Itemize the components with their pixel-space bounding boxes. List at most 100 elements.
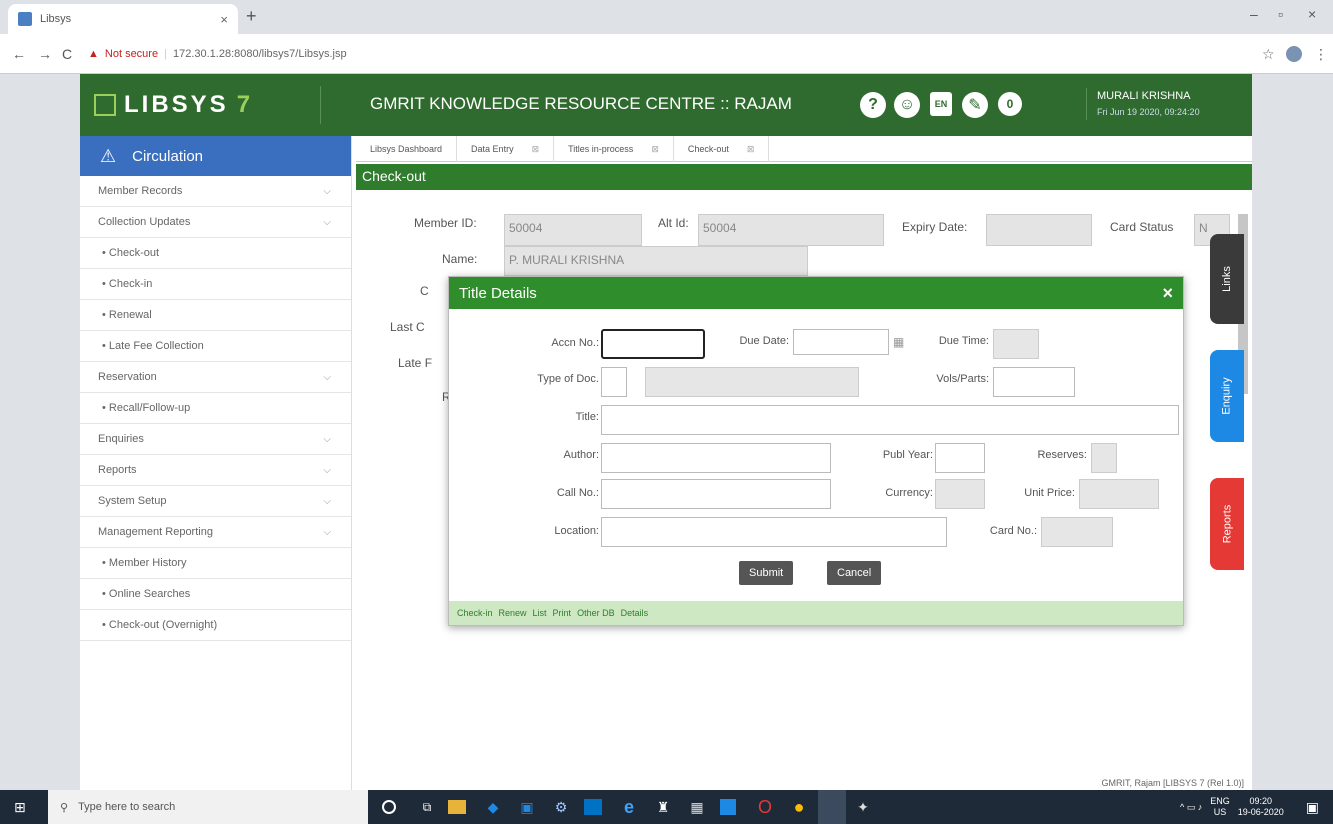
chrome-icon[interactable]: ●: [788, 796, 810, 818]
sidebar-item[interactable]: • Check-out (Overnight): [80, 610, 351, 641]
sidebar-item[interactable]: • Late Fee Collection: [80, 331, 351, 362]
card-no-field[interactable]: [1041, 517, 1113, 547]
calendar-icon[interactable]: ▦: [893, 335, 904, 349]
browser-tab[interactable]: Libsys ×: [8, 4, 238, 34]
calculator-icon[interactable]: ▦: [686, 796, 708, 818]
currency-field[interactable]: [935, 479, 985, 509]
support-icon[interactable]: ☺: [894, 92, 920, 118]
sidebar-item[interactable]: Management Reporting ⌵: [80, 517, 351, 548]
sidebar-item-label: Enquiries: [98, 433, 144, 445]
unit-price-field[interactable]: [1079, 479, 1159, 509]
outlook-icon[interactable]: [584, 799, 602, 815]
dialog-footer-link[interactable]: Other DB: [577, 608, 615, 618]
close-tab-icon[interactable]: ×: [220, 12, 228, 27]
tab-close-icon[interactable]: ⊠: [532, 144, 540, 155]
sidebar-item[interactable]: • Online Searches: [80, 579, 351, 610]
browser-menu-icon[interactable]: ⋮: [1314, 46, 1328, 63]
dialog-footer-link[interactable]: List: [533, 608, 547, 618]
call-no-input[interactable]: [601, 479, 831, 509]
author-input[interactable]: [601, 443, 831, 473]
sidebar-item[interactable]: • Check-out: [80, 238, 351, 269]
clock[interactable]: 09:20 19-06-2020: [1238, 796, 1284, 818]
app-tab[interactable]: Check-out ⊠: [674, 136, 770, 162]
title-input[interactable]: [601, 405, 1179, 435]
alt-id-field[interactable]: 50004: [698, 214, 884, 246]
sidebar-item[interactable]: Member Records ⌵: [80, 176, 351, 207]
notifications-badge[interactable]: 0: [998, 92, 1022, 116]
dialog-footer-link[interactable]: Print: [553, 608, 572, 618]
sidebar: ⚠ Circulation Member Records ⌵ Collection …: [80, 136, 352, 790]
cortana-icon[interactable]: [382, 800, 396, 814]
due-date-input[interactable]: [793, 329, 889, 355]
app-tab[interactable]: Titles in-process ⊠: [554, 136, 674, 162]
sidebar-item[interactable]: System Setup ⌵: [80, 486, 351, 517]
task-view-icon[interactable]: ⧉: [416, 796, 438, 818]
opera-icon[interactable]: O: [754, 796, 776, 818]
tab-close-icon[interactable]: ⊠: [651, 144, 659, 155]
edge-icon[interactable]: e: [618, 796, 640, 818]
sidebar-item[interactable]: Collection Updates ⌵: [80, 207, 351, 238]
app-icon[interactable]: ◆: [482, 796, 504, 818]
window-close-icon[interactable]: ×: [1308, 6, 1316, 22]
store-bag-icon[interactable]: ♜: [652, 796, 674, 818]
sidebar-item[interactable]: • Member History: [80, 548, 351, 579]
due-time-input[interactable]: [993, 329, 1039, 359]
dialog-footer-link[interactable]: Details: [621, 608, 649, 618]
windows-start-icon[interactable]: ⊞: [14, 799, 26, 816]
tab-close-icon[interactable]: ⊠: [747, 144, 755, 155]
reserves-field[interactable]: [1091, 443, 1117, 473]
app-tab[interactable]: Libsys Dashboard: [356, 136, 458, 162]
app-icon[interactable]: ✦: [852, 796, 874, 818]
location-input[interactable]: [601, 517, 947, 547]
sidebar-item[interactable]: • Check-in: [80, 269, 351, 300]
reload-icon[interactable]: C: [62, 46, 72, 62]
new-tab-button[interactable]: +: [246, 6, 257, 27]
sidebar-item[interactable]: Reports ⌵: [80, 455, 351, 486]
cancel-button[interactable]: Cancel: [827, 561, 882, 585]
system-tray: ^ ▭ ♪ ENG US 09:20 19-06-2020 ▣: [1180, 796, 1319, 818]
member-id-field[interactable]: 50004: [504, 214, 642, 246]
back-icon[interactable]: ←: [12, 46, 26, 62]
forward-icon[interactable]: →: [38, 46, 52, 62]
publ-year-input[interactable]: [935, 443, 985, 473]
active-app-icon[interactable]: [818, 790, 846, 824]
sidebar-item[interactable]: Enquiries ⌵: [80, 424, 351, 455]
profile-avatar-icon[interactable]: [1286, 46, 1302, 62]
taskbar-search[interactable]: ⚲ Type here to search: [48, 790, 368, 824]
links-side-tab[interactable]: Links: [1210, 234, 1244, 324]
enquiry-side-tab[interactable]: Enquiry: [1210, 350, 1244, 442]
vols-parts-input[interactable]: [993, 367, 1075, 397]
reports-side-tab[interactable]: Reports: [1210, 478, 1244, 570]
dialog-footer-link[interactable]: Renew: [499, 608, 527, 618]
app-icon[interactable]: ⚙: [550, 796, 572, 818]
minimize-icon[interactable]: –: [1250, 6, 1258, 22]
tray-icons[interactable]: ^ ▭ ♪: [1180, 802, 1202, 813]
language-indicator[interactable]: ENG US: [1210, 796, 1230, 818]
name-field[interactable]: P. MURALI KRISHNA: [504, 246, 808, 276]
help-icon[interactable]: ?: [860, 92, 886, 118]
bookmark-star-icon[interactable]: ☆: [1262, 46, 1275, 63]
maximize-icon[interactable]: ▫: [1278, 6, 1283, 22]
store-icon[interactable]: ▣: [516, 796, 538, 818]
sidebar-header[interactable]: ⚠ Circulation: [80, 136, 351, 176]
type-of-doc-code-input[interactable]: [601, 367, 627, 397]
user-info[interactable]: MURALI KRISHNA Fri Jun 19 2020, 09:24:20: [1086, 88, 1200, 120]
type-of-doc-name-field[interactable]: [645, 367, 859, 397]
submit-button[interactable]: Submit: [739, 561, 794, 585]
calendar-app-icon[interactable]: [720, 799, 736, 815]
enquiry-side-tab-label: Enquiry: [1221, 377, 1234, 415]
app-tab[interactable]: Data Entry ⊠: [457, 136, 555, 162]
file-explorer-icon[interactable]: [448, 800, 466, 814]
language-icon[interactable]: EN: [930, 92, 952, 116]
action-center-icon[interactable]: ▣: [1306, 799, 1319, 816]
sidebar-item[interactable]: • Renewal: [80, 300, 351, 331]
expiry-date-field[interactable]: [986, 214, 1092, 246]
sidebar-item[interactable]: • Recall/Follow-up: [80, 393, 351, 424]
dialog-close-icon[interactable]: ×: [1162, 283, 1173, 304]
accn-no-input[interactable]: [601, 329, 705, 359]
tools-icon[interactable]: ✎: [962, 92, 988, 118]
sidebar-item[interactable]: Reservation ⌵: [80, 362, 351, 393]
url-field[interactable]: ▲ Not secure | 172.30.1.28:8080/libsys7/…: [88, 40, 1218, 68]
dialog-footer-link[interactable]: Check-in: [457, 608, 493, 618]
sidebar-item-label: Management Reporting: [98, 526, 213, 538]
